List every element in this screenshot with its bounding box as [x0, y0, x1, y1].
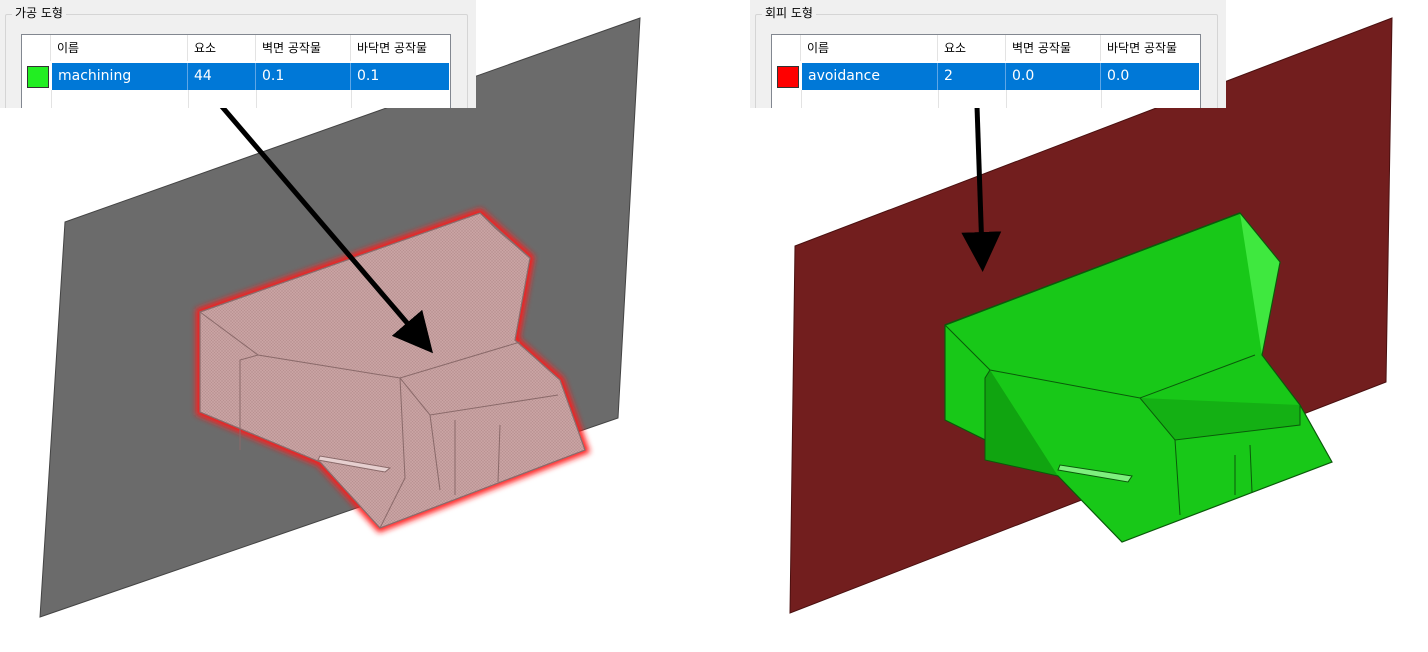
row-name[interactable]: avoidance	[802, 63, 938, 90]
column-divider	[1101, 90, 1102, 108]
column-divider	[938, 90, 939, 108]
header-elements[interactable]: 요소	[938, 35, 1006, 61]
header-elements[interactable]: 요소	[188, 35, 256, 61]
avoidance-group-title: 회피 도형	[762, 4, 816, 21]
row-elements[interactable]: 44	[188, 63, 256, 90]
row-name[interactable]: machining	[52, 63, 188, 90]
header-color	[22, 35, 51, 61]
avoidance-shape-table[interactable]: 이름 요소 벽면 공작물 바닥면 공작물 avoidance 2 0.0 0.0	[771, 34, 1201, 108]
header-floor-stock[interactable]: 바닥면 공작물	[351, 35, 450, 61]
table-row[interactable]: machining 44 0.1 0.1	[23, 63, 449, 90]
column-divider	[256, 90, 257, 108]
column-divider	[188, 90, 189, 108]
machining-shape-table[interactable]: 이름 요소 벽면 공작물 바닥면 공작물 machining 44 0.1 0.…	[21, 34, 451, 108]
row-wall-stock[interactable]: 0.1	[256, 63, 351, 90]
color-swatch[interactable]	[27, 66, 49, 88]
machining-group-title: 가공 도형	[12, 4, 66, 21]
header-wall-stock[interactable]: 벽면 공작물	[256, 35, 351, 61]
color-swatch[interactable]	[777, 66, 799, 88]
header-floor-stock[interactable]: 바닥면 공작물	[1101, 35, 1200, 61]
table-header: 이름 요소 벽면 공작물 바닥면 공작물	[22, 35, 450, 61]
table-header: 이름 요소 벽면 공작물 바닥면 공작물	[772, 35, 1200, 61]
row-wall-stock[interactable]: 0.0	[1006, 63, 1101, 90]
row-elements[interactable]: 2	[938, 63, 1006, 90]
header-name[interactable]: 이름	[801, 35, 938, 61]
header-color	[772, 35, 801, 61]
color-cell[interactable]	[773, 63, 802, 90]
row-floor-stock[interactable]: 0.0	[1101, 63, 1199, 90]
avoidance-shape-panel: 회피 도형 이름 요소 벽면 공작물 바닥면 공작물 avoidance 2 0…	[750, 0, 1226, 108]
header-wall-stock[interactable]: 벽면 공작물	[1006, 35, 1101, 61]
column-divider	[801, 90, 802, 108]
row-floor-stock[interactable]: 0.1	[351, 63, 449, 90]
column-divider	[1006, 90, 1007, 108]
header-name[interactable]: 이름	[51, 35, 188, 61]
color-cell[interactable]	[23, 63, 52, 90]
machining-shape-panel: 가공 도형 이름 요소 벽면 공작물 바닥면 공작물 machining 44 …	[0, 0, 476, 108]
column-divider	[351, 90, 352, 108]
table-row[interactable]: avoidance 2 0.0 0.0	[773, 63, 1199, 90]
column-divider	[51, 90, 52, 108]
